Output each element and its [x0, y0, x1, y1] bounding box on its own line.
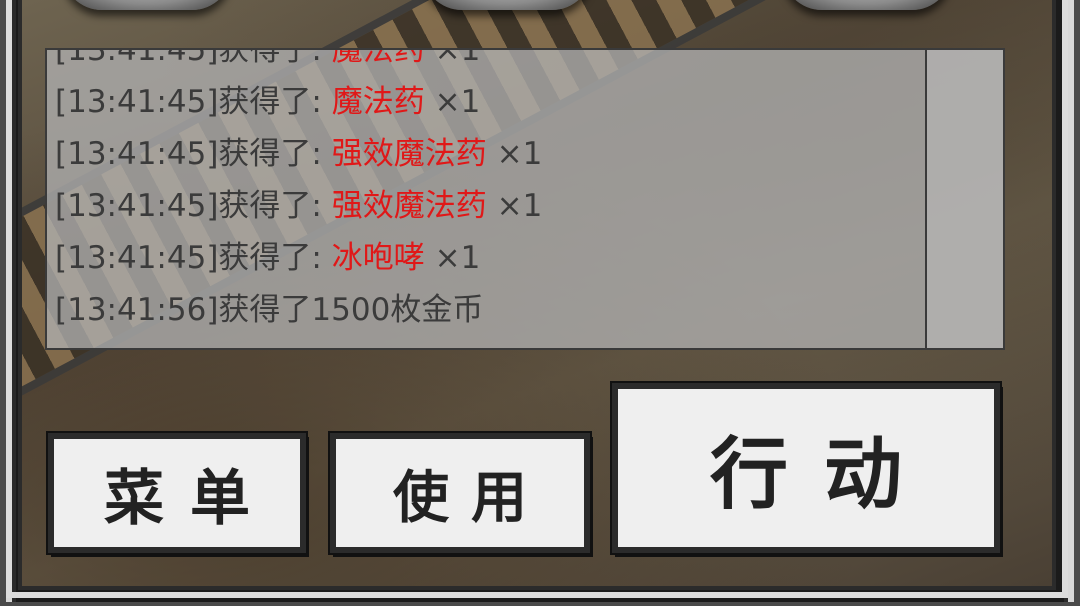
log-item-name: 魔法药 [331, 84, 425, 120]
use-button[interactable]: 使用 [330, 433, 590, 553]
log-item-name: 强效魔法药 [331, 188, 487, 224]
log-time: [13:41:45] [55, 84, 219, 120]
top-plate-left [62, 0, 232, 10]
top-plate-right [782, 0, 952, 10]
log-item-qty: ×1 [496, 136, 543, 172]
log-item-qty: ×1 [434, 240, 481, 276]
log-line: [13:41:45]获得了: 魔法药 ×1 [55, 50, 542, 76]
log-time: [13:41:45] [55, 136, 219, 172]
log-item-name: 冰咆哮 [331, 240, 425, 276]
log-item-name: 强效魔法药 [331, 136, 487, 172]
log-line: [13:41:45]获得了: 强效魔法药 ×1 [55, 180, 542, 232]
action-button[interactable]: 行动 [612, 383, 1000, 553]
message-log-scrollbar[interactable] [925, 50, 1003, 348]
log-prefix: 获得了: [218, 84, 322, 120]
log-time: [13:41:45] [55, 240, 219, 276]
log-time: [13:41:45] [55, 188, 219, 224]
log-line: [13:41:56]获得了1500枚金币 [55, 284, 542, 336]
menu-button[interactable]: 菜单 [48, 433, 306, 553]
log-line: [13:41:45]获得了: 强效魔法药 ×1 [55, 128, 542, 180]
log-time: [13:41:56] [55, 292, 219, 328]
log-item-name: 魔法药 [331, 50, 425, 68]
log-prefix: 获得了: [218, 136, 322, 172]
log-item-qty: ×1 [434, 84, 481, 120]
message-log-list: [13:41:45]获得了: 魔法药 ×1 [13:41:45]获得了: 魔法药… [55, 50, 542, 336]
message-log-viewport[interactable]: [13:41:45]获得了: 魔法药 ×1 [13:41:45]获得了: 魔法药… [47, 50, 927, 348]
log-item-qty: ×1 [434, 50, 481, 68]
log-prefix: 获得了: [218, 240, 322, 276]
log-prefix: 获得了: [218, 50, 322, 68]
log-line: [13:41:45]获得了: 魔法药 ×1 [55, 76, 542, 128]
log-gold-message: 获得了1500枚金币 [218, 292, 484, 328]
log-time: [13:41:45] [55, 50, 219, 68]
log-item-qty: ×1 [496, 188, 543, 224]
message-log-panel[interactable]: [13:41:45]获得了: 魔法药 ×1 [13:41:45]获得了: 魔法药… [45, 48, 1005, 350]
log-prefix: 获得了: [218, 188, 322, 224]
log-line: [13:41:45]获得了: 冰咆哮 ×1 [55, 232, 542, 284]
